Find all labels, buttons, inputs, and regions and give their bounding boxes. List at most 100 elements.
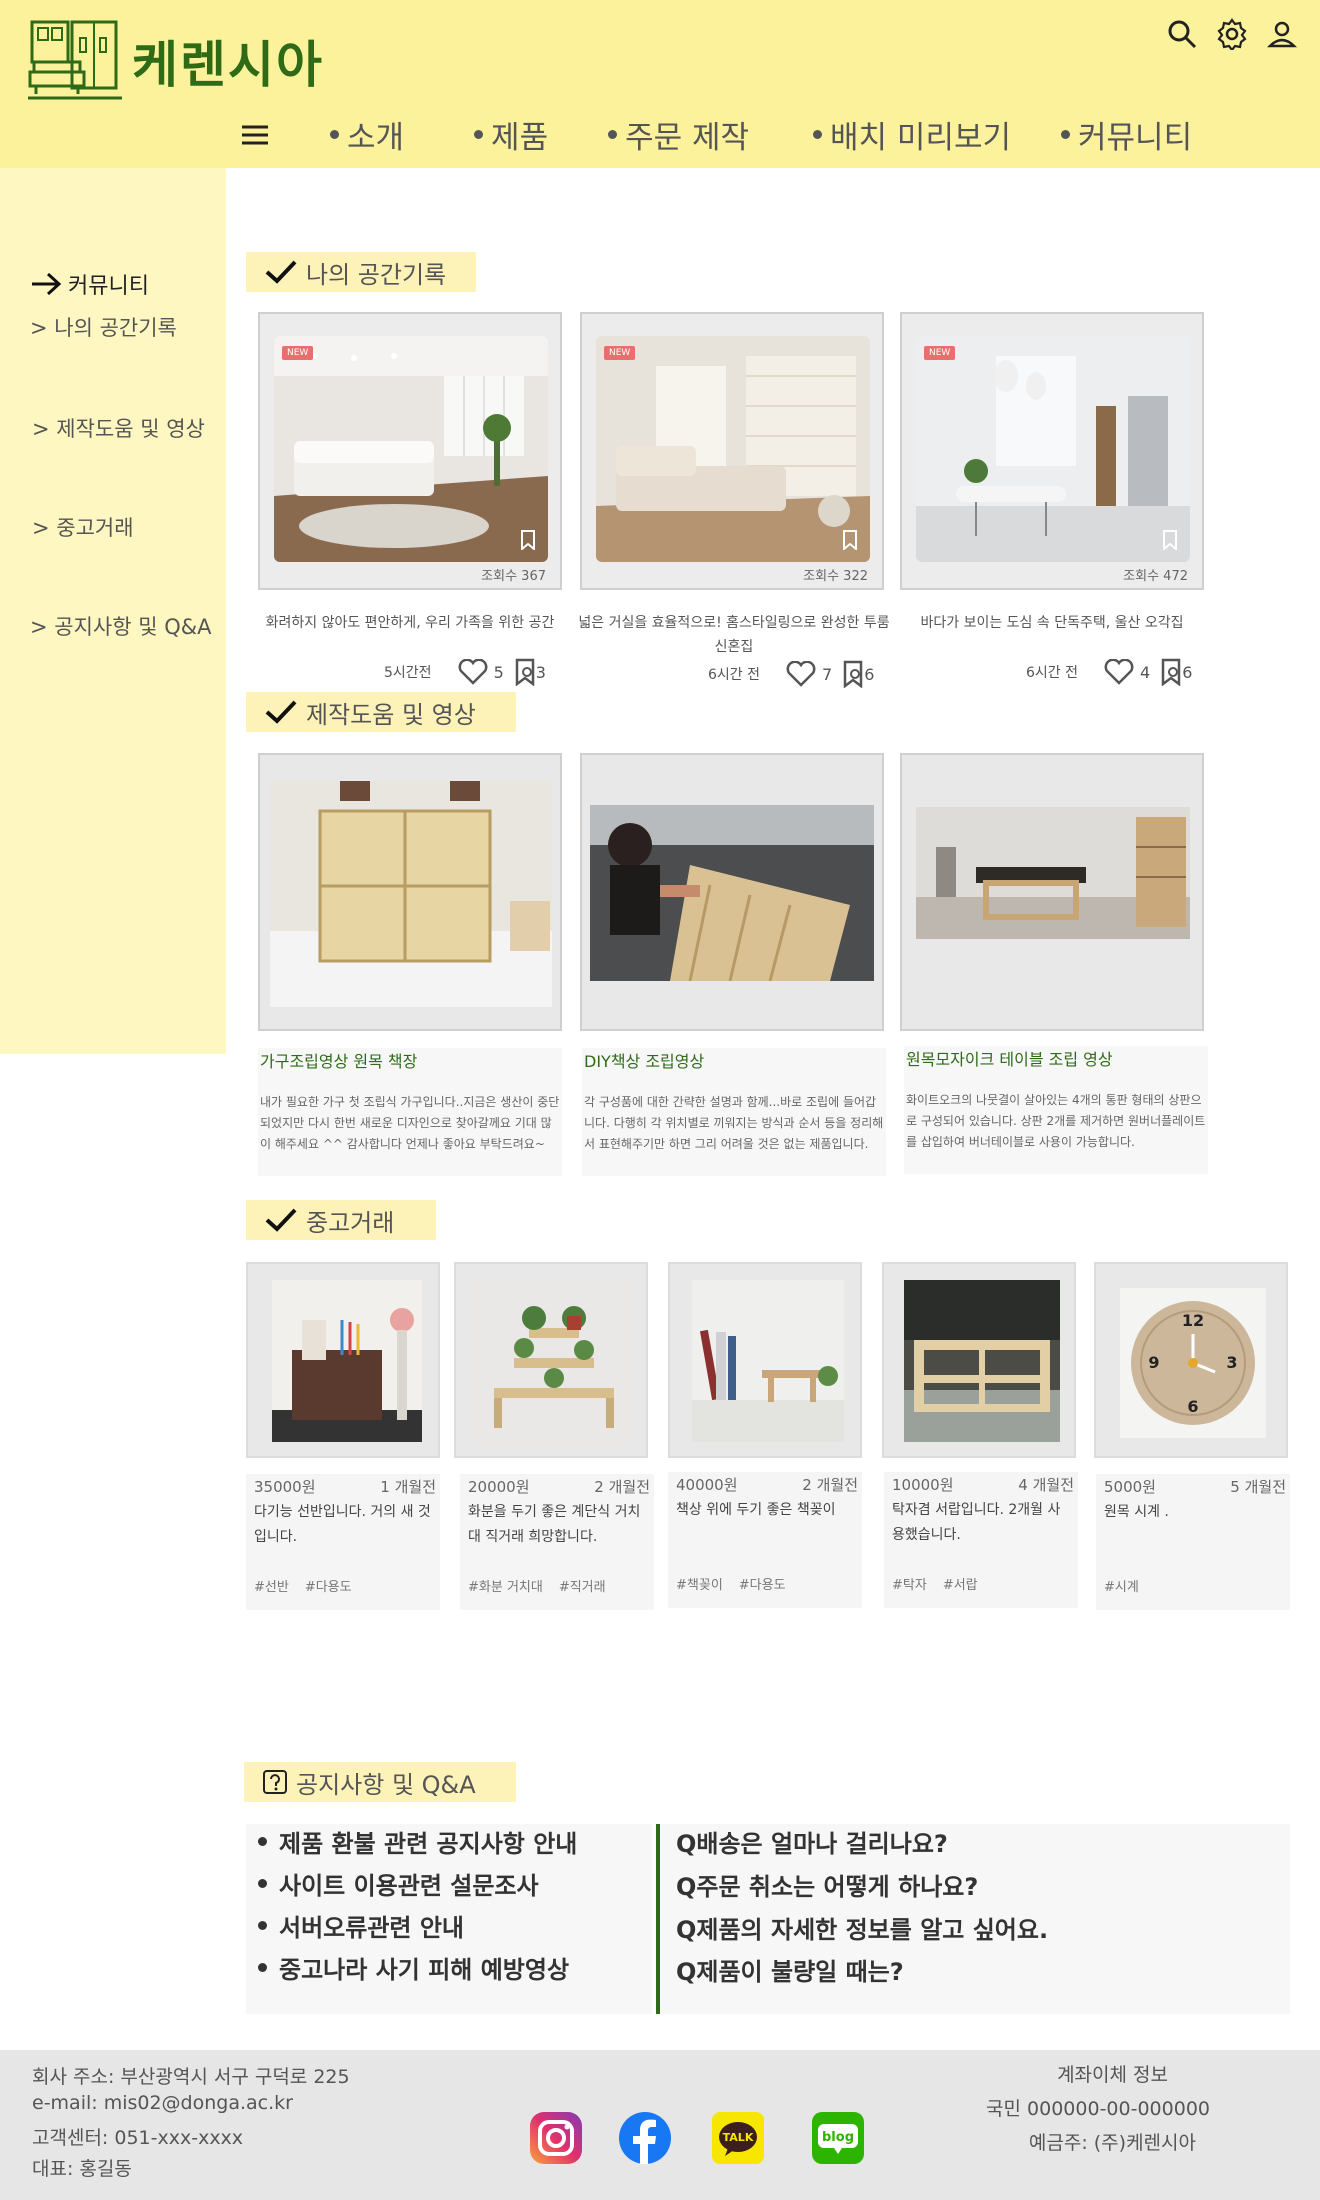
sidebar-item-video[interactable]: > 제작도움 및 영상 [32,413,205,443]
svg-text:12: 12 [1182,1311,1204,1330]
sidebar-item-community[interactable]: 커뮤니티 [30,268,149,300]
space-caption[interactable]: 넓은 거실을 효율적으로! 홈스타일링으로 완성한 투룸 신혼집 [574,611,894,659]
qa-item[interactable]: Q주문 취소는 어떻게 하나요? [676,1867,978,1902]
arrow-right-icon [32,272,62,296]
video-info: DIY책상 조립영상 각 구성품에 대한 간략한 설명과 함께...바로 조립에… [582,1048,886,1176]
kakaotalk-icon[interactable]: TALK [710,2110,766,2166]
nav-label: 소개 [347,120,405,156]
tag[interactable]: #직거래 [559,1580,606,1595]
nav-label: 배치 미리보기 [830,120,1012,156]
hamburger-menu-icon[interactable] [240,123,270,147]
nav-custom-order[interactable]: 주문 제작 [608,112,749,157]
post-time: 5시간전 [384,665,432,681]
bookmark-add-icon[interactable] [1160,658,1182,686]
qa-item[interactable]: Q제품의 자세한 정보를 알고 싶어요. [676,1910,1048,1945]
notice-list: 제품 환불 관련 공지사항 안내 사이트 이용관련 설문조사 서버오류관련 안내… [246,1824,652,2014]
search-icon[interactable] [1166,18,1198,50]
used-item-card[interactable]: 12 3 6 9 [1094,1262,1288,1458]
bookmark-icon[interactable] [842,530,858,550]
heart-icon[interactable] [458,659,488,685]
item-date: 1 개월전 [380,1478,436,1496]
used-item-info: 10000원 4 개월전 탁자겸 서랍입니다. 2개월 사용했습니다. #탁자 #… [884,1472,1078,1608]
item-description: 책상 위에 두기 좋은 책꽂이 [676,1502,836,1518]
space-caption[interactable]: 바다가 보이는 도심 속 단독주택, 울산 오각집 [892,611,1212,635]
naver-blog-icon[interactable]: blog [810,2110,866,2166]
section-title: 공지사항 및 Q&A [296,1770,476,1799]
notice-item[interactable]: 사이트 이용관련 설문조사 [258,1866,539,1901]
tag[interactable]: #다용도 [305,1580,352,1595]
svg-text:3: 3 [1226,1353,1237,1372]
logo[interactable]: 케렌시아 [28,18,324,104]
footer-address: 회사 주소: 부산광역시 서구 구덕로 225 [32,2066,350,2088]
tag[interactable]: #다용도 [739,1578,786,1593]
facebook-icon[interactable] [617,2110,673,2166]
view-count: 조회수 322 [803,569,868,584]
site-header: 케렌시아 소개 제품 주문 제작 배치 미리보기 커뮤니티 [0,0,1320,168]
bookmark-icon[interactable] [520,530,536,550]
sidebar-item-used[interactable]: > 중고거래 [32,512,134,542]
tag[interactable]: #시계 [1104,1580,1139,1595]
used-item-card[interactable] [668,1262,862,1458]
footer-ceo: 대표: 홍길동 [32,2158,132,2180]
space-card[interactable]: NEW 조회수 367 [258,312,562,590]
qa-item[interactable]: Q배송은 얼마나 걸리나요? [676,1824,948,1859]
video-title[interactable]: DIY책상 조립영상 [584,1048,704,1072]
qa-item[interactable]: Q제품이 불량일 때는? [676,1952,904,1987]
notice-item[interactable]: 제품 환불 관련 공지사항 안내 [258,1824,577,1859]
space-caption[interactable]: 화려하지 않아도 편안하게, 우리 가족을 위한 공간 [250,611,570,635]
tag[interactable]: #화분 거치대 [468,1580,543,1595]
sidebar-item-space[interactable]: > 나의 공간기록 [30,312,177,342]
notice-item[interactable]: 서버오류관련 안내 [258,1908,464,1943]
bullet-icon [330,130,339,139]
instagram-icon[interactable] [528,2110,584,2166]
item-price: 5000원 [1104,1478,1156,1496]
bookmark-add-icon[interactable] [514,658,536,686]
brand-name: 케렌시아 [132,36,324,94]
bookmark-icon[interactable] [1162,530,1178,550]
nav-intro[interactable]: 소개 [330,112,404,157]
used-item-info: 40000원 2 개월전 책상 위에 두기 좋은 책꽂이 #책꽂이 #다용도 [668,1472,862,1608]
item-date: 5 개월전 [1230,1478,1286,1496]
video-title[interactable]: 가구조립영상 원목 책장 [260,1048,417,1072]
bookmark-add-icon[interactable] [842,660,864,688]
living-room-image [274,336,548,562]
space-card[interactable]: NEW 조회수 472 [900,312,1204,590]
space-photo: NEW [916,336,1190,562]
nav-products[interactable]: 제품 [474,112,548,157]
tag[interactable]: #책꽂이 [676,1578,723,1593]
used-item-photo [692,1280,844,1442]
video-card[interactable] [258,753,562,1031]
item-price: 20000원 [468,1478,530,1496]
space-card[interactable]: NEW 조회수 322 [580,312,884,590]
used-item-card[interactable] [246,1262,440,1458]
sidebar-item-notice[interactable]: > 공지사항 및 Q&A [30,611,212,641]
user-icon[interactable] [1266,18,1298,50]
nav-layout-preview[interactable]: 배치 미리보기 [813,112,1011,157]
desk-assembly-image [590,805,874,981]
item-description: 탁자겸 서랍입니다. 2개월 사용했습니다. [892,1502,1061,1543]
tag[interactable]: #서랍 [943,1578,978,1593]
notice-item[interactable]: 중고나라 사기 피해 예방영상 [258,1950,569,1985]
video-card[interactable] [580,753,884,1031]
nav-community[interactable]: 커뮤니티 [1061,112,1192,157]
heart-icon[interactable] [786,661,816,687]
tag[interactable]: #탁자 [892,1578,927,1593]
used-item-photo: 12 3 6 9 [1120,1288,1266,1438]
used-item-card[interactable] [454,1262,648,1458]
used-item-card[interactable] [882,1262,1076,1458]
nav-label: 주문 제작 [625,120,750,156]
item-price: 40000원 [676,1476,738,1494]
video-title[interactable]: 원목모자이크 테이블 조립 영상 [906,1046,1113,1070]
footer-email[interactable]: e-mail: mis02@donga.ac.kr [32,2092,293,2114]
nav-label: 커뮤니티 [1078,120,1193,156]
used-item-info: 35000원 1 개월전 다기능 선반입니다. 거의 새 것 입니다. #선반 #… [246,1474,440,1610]
gear-icon[interactable] [1216,18,1248,50]
footer-phone: 고객센터: 051-xxx-xxxx [32,2127,244,2149]
view-count: 조회수 472 [1123,569,1188,584]
tag[interactable]: #선반 [254,1580,289,1595]
video-card[interactable] [900,753,1204,1031]
like-count: 4 [1140,662,1151,682]
post-time: 6시간 전 [1026,665,1078,681]
heart-icon[interactable] [1104,659,1134,685]
section-header-video: 제작도움 및 영상 [246,692,516,732]
